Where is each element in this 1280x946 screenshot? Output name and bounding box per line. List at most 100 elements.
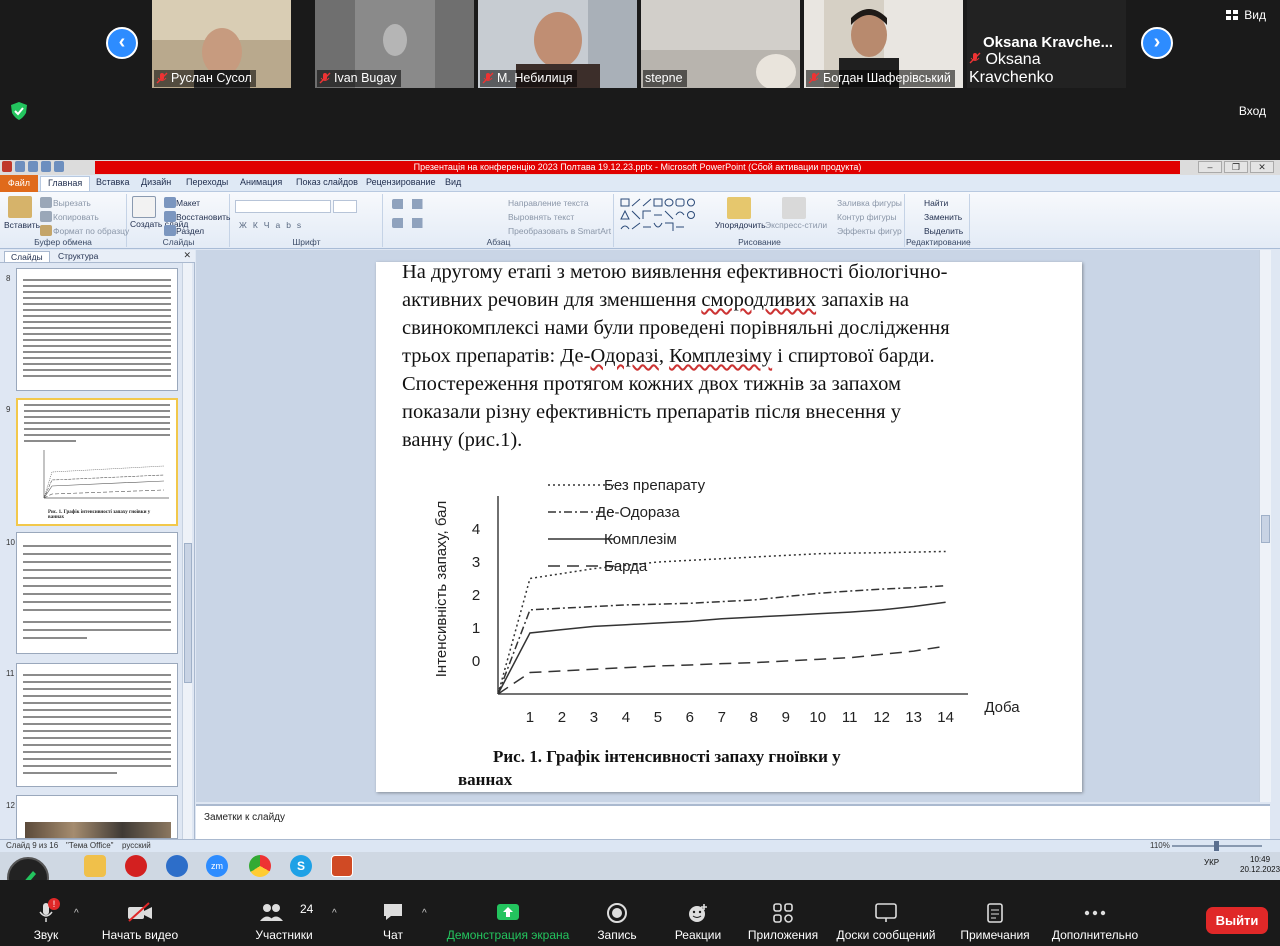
opera-icon[interactable] [125,855,147,877]
apps-button[interactable]: Приложения [743,880,823,946]
reset-button[interactable]: Восстановить [176,212,230,222]
chrome-icon[interactable] [249,855,271,877]
shape-outline-button[interactable]: Контур фигуры [837,212,896,222]
undo-icon[interactable] [28,161,38,172]
panel-scrollbar[interactable] [182,263,192,839]
slide-body-text[interactable]: На другому етапі з метою виявлення ефект… [402,262,1047,454]
start-video-button[interactable]: Начать видео [95,880,185,946]
arrange-button[interactable]: Упорядочить [715,220,766,230]
zoom-app-icon[interactable]: zm [206,855,228,877]
section-button[interactable]: Раздел [176,226,204,236]
audio-button[interactable]: ! Звук [20,880,72,946]
leave-button[interactable]: Выйти [1206,907,1268,934]
notes-button[interactable]: Примечания [955,880,1035,946]
find-button[interactable]: Найти [924,198,948,208]
tab-insert[interactable]: Вставка [96,177,129,187]
quick-styles-button[interactable]: Экспресс-стили [765,220,827,230]
tab-design[interactable]: Дизайн [141,177,171,187]
view-button[interactable]: Вид [1226,8,1266,22]
participant-tile-6[interactable]: Oksana Kravche... Oksana Kravchenko [967,0,1126,88]
list-buttons[interactable] [392,199,482,209]
slideshow-icon[interactable] [54,161,64,172]
participant-tile-2[interactable]: Ivan Bugay [315,0,474,88]
tab-slideshow[interactable]: Показ слайдов [296,177,358,187]
slide-scrollbar[interactable] [1259,250,1271,802]
chat-options-caret[interactable]: ^ [422,908,427,919]
slide-thumbnail-11[interactable] [16,663,178,787]
tab-animation[interactable]: Анимация [240,177,282,187]
layout-button[interactable]: Макет [176,198,200,208]
close-panel-icon[interactable]: ✕ [183,250,191,261]
file-explorer-icon[interactable] [84,855,106,877]
tab-file[interactable]: Файл [0,175,38,192]
paste-icon[interactable] [8,196,32,218]
tab-view[interactable]: Вид [445,177,461,187]
format-painter-button[interactable]: Формат по образцу [53,226,129,236]
zoom-slider-handle[interactable] [1214,841,1219,851]
chat-button[interactable]: Чат [370,880,416,946]
slide-thumbnail-10[interactable] [16,532,178,654]
paste-button[interactable]: Вставить [4,220,40,230]
convert-smartart-button[interactable]: Преобразовать в SmartArt [508,226,611,236]
tab-transitions[interactable]: Переходы [186,177,228,187]
security-shield-icon[interactable] [11,102,27,120]
odor-intensity-chart: Без препаратуДе-ОдоразаКомплезімБарда 12… [433,477,1020,726]
apps-icon [773,903,793,923]
share-screen-button[interactable]: Демонстрация экрана [443,880,573,946]
copy-button[interactable]: Копировать [53,212,99,222]
next-page-button[interactable]: › [1141,27,1173,59]
notes-pane[interactable]: Заметки к слайду [196,804,1270,839]
font-format-buttons[interactable]: ЖКЧabs [239,220,307,230]
powerpoint-taskbar-icon[interactable] [331,855,353,877]
tab-home[interactable]: Главная [40,176,91,191]
restore-button[interactable]: ❐ [1224,161,1248,173]
text-line: активних речовин для зменшення смородлив… [402,289,910,311]
font-size-field[interactable] [333,200,357,213]
shape-fill-button[interactable]: Заливка фигуры [837,198,902,208]
clock[interactable]: 10:49 20.12.2023 [1240,855,1280,875]
participants-options-caret[interactable]: ^ [332,908,337,919]
slide-thumbnail-12[interactable] [16,795,178,839]
text-direction-button[interactable]: Направление текста [508,198,589,208]
tab-slides[interactable]: Слайды [4,251,50,262]
slide-thumbnail-8[interactable] [16,268,178,391]
record-button[interactable]: Запись [593,880,641,946]
save-icon[interactable] [15,161,25,172]
keyboard-language[interactable]: УКР [1204,858,1219,867]
participant-name-label: Богдан Шаферівський [806,70,955,87]
replace-button[interactable]: Заменить [924,212,962,222]
alignment-buttons[interactable] [392,218,482,228]
shapes-gallery-icon[interactable] [619,197,711,233]
participants-button[interactable]: 24 Участники [248,880,320,946]
audio-options-caret[interactable]: ^ [74,908,79,919]
zoom-level[interactable]: 110% [1150,841,1170,850]
participant-tile-1[interactable]: Руслан Сусол [152,0,291,88]
close-button[interactable]: ✕ [1250,161,1274,173]
tab-review[interactable]: Рецензирование [366,177,436,187]
slide-thumbnail-9-selected[interactable]: Рис. 1. Графік інтенсивності запаху гної… [16,398,178,526]
language-indicator[interactable]: русский [122,841,151,850]
previous-page-button[interactable]: ‹ [106,27,138,59]
browser-icon[interactable] [166,855,188,877]
tab-outline[interactable]: Структура [52,251,104,261]
participant-tile-4[interactable]: stepne [641,0,800,88]
shape-effects-button[interactable]: Эффекты фигур [837,226,902,236]
minimize-button[interactable]: – [1198,161,1222,173]
whiteboards-button[interactable]: Доски сообщений [832,880,940,946]
redo-icon[interactable] [41,161,51,172]
arrange-icon[interactable] [727,197,751,219]
quick-styles-icon[interactable] [782,197,806,219]
select-button[interactable]: Выделить [924,226,963,236]
new-slide-icon[interactable] [132,196,156,218]
skype-icon[interactable]: S [290,855,312,877]
legend-label: Барда [604,558,648,575]
more-button[interactable]: Дополнительно [1048,880,1142,946]
cut-button[interactable]: Вырезать [53,198,91,208]
font-name-field[interactable] [235,200,331,213]
participant-tile-5[interactable]: Богдан Шаферівський [804,0,963,88]
participant-tile-3[interactable]: М. Небилиця [478,0,637,88]
reactions-button[interactable]: Реакции [672,880,724,946]
current-slide[interactable]: На другому етапі з метою виявлення ефект… [376,262,1082,792]
align-text-button[interactable]: Выровнять текст [508,212,574,222]
enter-button[interactable]: Вход [1239,104,1266,118]
